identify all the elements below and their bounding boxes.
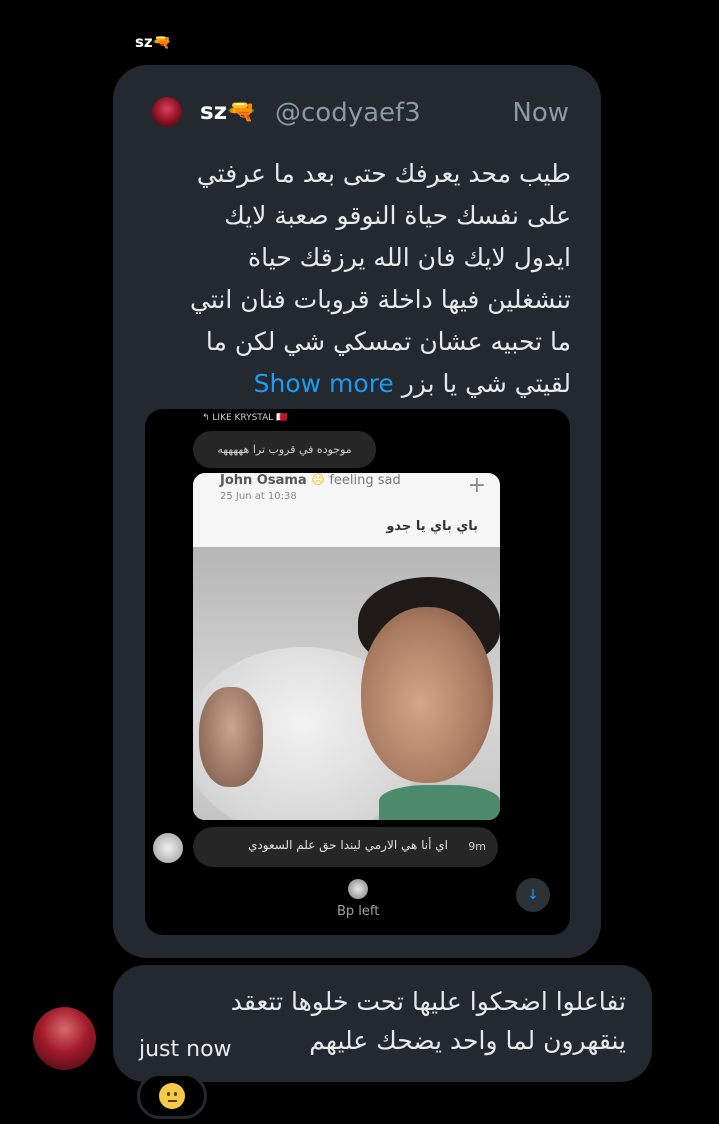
- boy-face: [361, 607, 493, 783]
- quoted-author-avatar[interactable]: [152, 97, 182, 127]
- scroll-down-button: ↓: [516, 878, 550, 912]
- media-message-bubble-bottom: اي أنا هي الارمي ليندا حق علم السعودي 9m: [193, 827, 498, 867]
- quoted-post-time: Now: [512, 98, 569, 128]
- quoted-post-body: طيب محد يعرفك حتى بعد ما عرفتي على نفسك …: [190, 159, 571, 398]
- media-message-bubble-top: موجوده في قروب ترا هههههه: [193, 431, 376, 468]
- elder-face: [199, 687, 263, 787]
- media-bubble-bottom-text: اي أنا هي الارمي ليندا حق علم السعودي: [248, 838, 448, 852]
- show-more-link[interactable]: Show more: [254, 369, 394, 398]
- boy-shirt: [379, 785, 500, 820]
- media-post-author-line: John Osama ☹ feeling sad: [220, 473, 401, 488]
- media-left-notice: Bp left: [337, 904, 380, 919]
- media-post-caption: باي باي يا جدو: [386, 519, 478, 534]
- sender-name: sz🔫: [135, 33, 172, 51]
- add-friend-icon: +: [467, 473, 486, 498]
- media-shared-photo: John Osama ☹ feeling sad 25 Jun at 10:38…: [193, 473, 500, 820]
- selfie-photo: [193, 547, 500, 820]
- quoted-post-card[interactable]: sz🔫 @codyaef3 Now طيب محد يعرفك حتى بعد …: [113, 65, 601, 958]
- media-post-author: John Osama: [220, 473, 307, 488]
- left-user-avatar: [348, 879, 368, 899]
- quoted-author-handle: @codyaef3: [275, 98, 421, 128]
- feeling-emoji-icon: ☹: [311, 473, 325, 488]
- quoted-author-name: sz🔫: [200, 99, 256, 125]
- media-post-date: 25 Jun at 10:38: [220, 491, 297, 502]
- sender-avatar[interactable]: [33, 1007, 96, 1070]
- emoji-mouth: [168, 1100, 177, 1102]
- media-reply-reference: ↰ LIKE KRYSTAL 🇧🇭: [202, 413, 288, 423]
- message-time: just now: [139, 1037, 232, 1062]
- message-bubble[interactable]: تفاعلوا اضحكوا عليها تحت خلوها تتعقد ينق…: [113, 965, 652, 1082]
- media-post-status: feeling sad: [329, 473, 401, 488]
- quoted-post-media[interactable]: ↰ LIKE KRYSTAL 🇧🇭 موجوده في قروب ترا ههه…: [145, 409, 570, 935]
- quoted-post-text: طيب محد يعرفك حتى بعد ما عرفتي على نفسك …: [163, 153, 571, 405]
- diagonal-mouth-emoji-icon: [159, 1083, 185, 1109]
- media-bubble-bottom-time: 9m: [468, 840, 486, 853]
- media-sender-avatar: [153, 833, 183, 863]
- message-reaction[interactable]: [137, 1073, 207, 1119]
